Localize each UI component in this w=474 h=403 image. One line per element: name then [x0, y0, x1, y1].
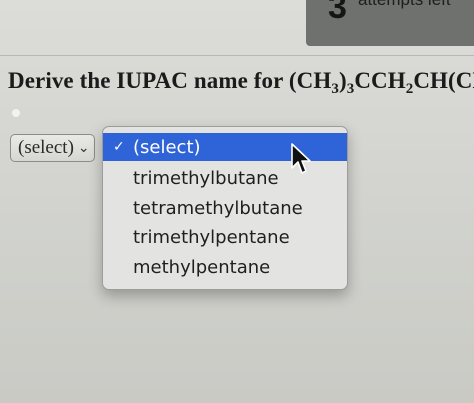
attempts-box: 3 attempts left: [306, 0, 474, 46]
dropdown-option-label: methylpentane: [133, 256, 271, 278]
answer-select[interactable]: (select) ⌄: [10, 134, 95, 162]
question-text: Derive the IUPAC name for (CH3)3CCH2CH(C…: [8, 68, 474, 97]
answer-select-value: (select): [18, 137, 74, 158]
dropdown-option-label: (select): [133, 136, 201, 158]
dropdown-option-trimethylpentane[interactable]: trimethylpentane: [103, 222, 347, 252]
divider: [0, 55, 474, 56]
dropdown-option-methylpentane[interactable]: methylpentane: [103, 252, 347, 282]
bullet-dot: [12, 109, 20, 117]
dropdown-option-tetramethylbutane[interactable]: tetramethylbutane: [103, 193, 347, 223]
attempts-label: attempts left: [358, 0, 451, 10]
chevron-down-icon: ⌄: [77, 140, 90, 156]
checkmark-icon: ✓: [113, 139, 125, 155]
mouse-pointer-icon: [291, 143, 311, 174]
dropdown-option-label: trimethylbutane: [133, 167, 279, 189]
dropdown-option-label: trimethylpentane: [133, 226, 290, 248]
attempts-count: 3: [328, 0, 347, 26]
dropdown-option-label: tetramethylbutane: [133, 197, 303, 219]
